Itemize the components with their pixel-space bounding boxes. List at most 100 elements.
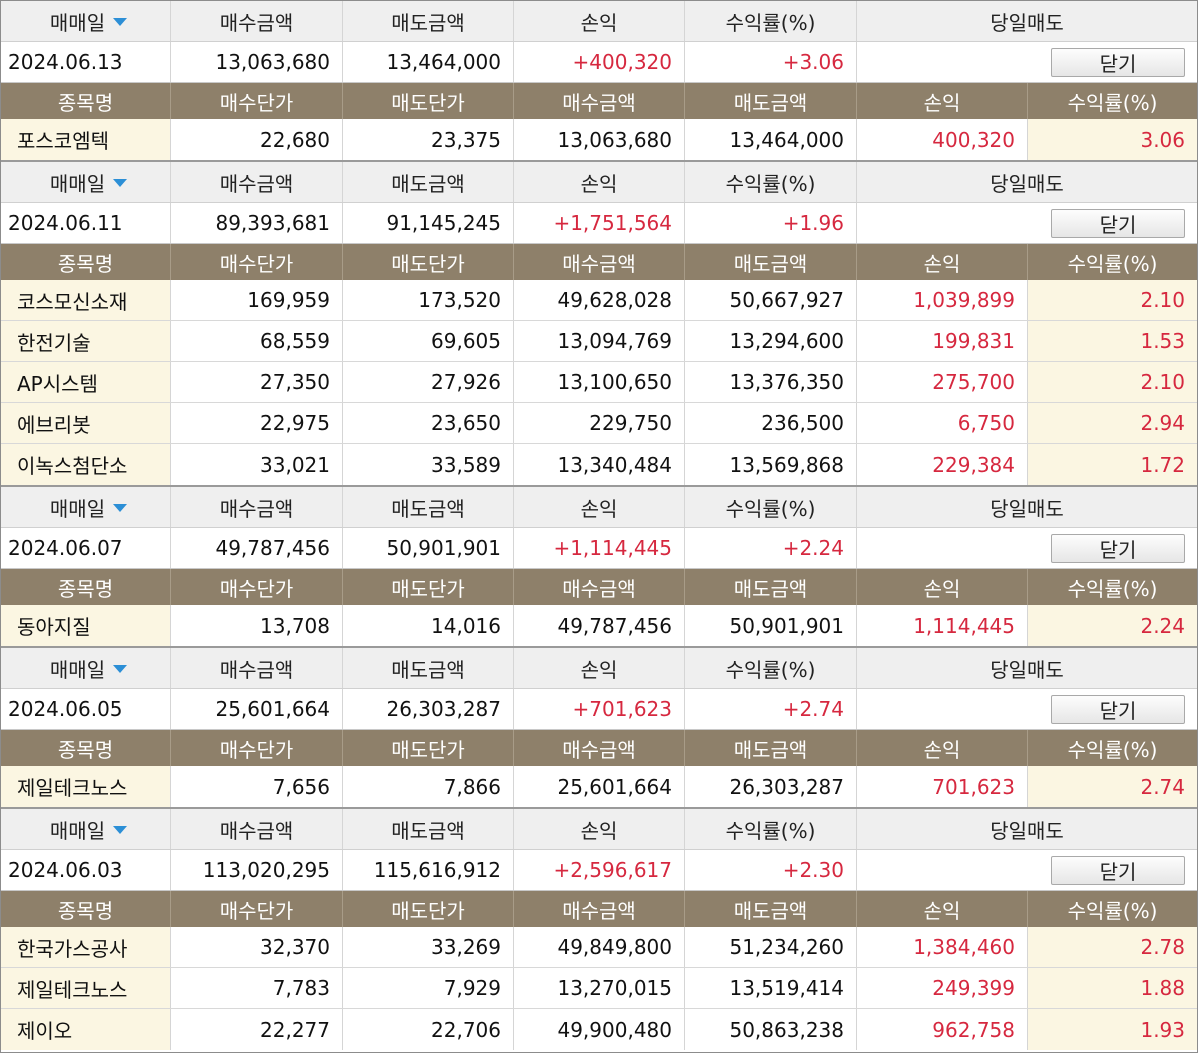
total-buy-amount: 49,787,456 [171, 528, 343, 568]
trade-date-header[interactable]: 매매일 [1, 1, 171, 41]
return-rate: 1.72 [1028, 444, 1197, 485]
return-rate: 3.06 [1028, 119, 1197, 160]
pnl-header: 손익 [514, 487, 685, 527]
pnl: 1,039,899 [857, 280, 1028, 320]
table-row[interactable]: 한전기술 68,559 69,605 13,094,769 13,294,600… [1, 321, 1197, 362]
buy-amount-header: 매수금액 [171, 648, 343, 688]
stock-name-header: 종목명 [1, 83, 171, 119]
sell-amount: 26,303,287 [685, 766, 857, 807]
total-return-rate: +2.74 [685, 689, 857, 729]
pnl-header: 손익 [514, 1, 685, 41]
detail-return-rate-header: 수익률(%) [1067, 251, 1158, 276]
trade-date: 2024.06.07 [1, 528, 171, 568]
buy-price: 68,559 [171, 321, 343, 361]
sell-amount-header: 매도금액 [343, 648, 514, 688]
close-button[interactable]: 닫기 [1051, 533, 1185, 563]
sort-down-icon[interactable] [113, 665, 128, 673]
buy-price: 22,277 [171, 1009, 343, 1050]
pnl: 400,320 [857, 119, 1028, 160]
buy-amount: 13,270,015 [514, 968, 685, 1008]
sell-amount-header: 매도금액 [343, 809, 514, 849]
total-return-rate: +2.24 [685, 528, 857, 568]
sell-amount: 13,294,600 [685, 321, 857, 361]
buy-amount: 49,849,800 [514, 927, 685, 967]
detail-return-rate-header: 수익률(%) [1067, 898, 1158, 923]
return-rate-header: 수익률(%) [685, 648, 857, 688]
table-row[interactable]: 한국가스공사 32,370 33,269 49,849,800 51,234,2… [1, 927, 1197, 968]
return-rate: 1.53 [1028, 321, 1197, 361]
summary-header-row: 매매일 매수금액 매도금액 손익 수익률(%) 당일매도 [1, 1, 1197, 42]
stock-name: 이녹스첨단소 [1, 444, 171, 485]
sell-amount: 50,863,238 [685, 1009, 857, 1050]
buy-amount: 25,601,664 [514, 766, 685, 807]
trade-date-header[interactable]: 매매일 [1, 648, 171, 688]
sort-down-icon[interactable] [113, 826, 128, 834]
table-row[interactable]: 코스모신소재 169,959 173,520 49,628,028 50,667… [1, 280, 1197, 321]
detail-pnl-header: 손익 [857, 730, 1028, 766]
same-day-sell-cell: 닫기 [857, 528, 1197, 568]
close-button[interactable]: 닫기 [1051, 208, 1185, 238]
sell-price: 33,589 [343, 444, 514, 485]
sell-amount: 50,901,901 [685, 605, 857, 646]
pnl-header: 손익 [514, 809, 685, 849]
buy-price-header: 매수단가 [171, 569, 343, 605]
pnl: 249,399 [857, 968, 1028, 1008]
detail-items: 코스모신소재 169,959 173,520 49,628,028 50,667… [1, 280, 1197, 485]
sell-price: 173,520 [343, 280, 514, 320]
sell-price: 23,375 [343, 119, 514, 160]
close-button[interactable]: 닫기 [1051, 694, 1185, 724]
trade-date-header-label: 매매일 [49, 657, 106, 682]
buy-price: 33,021 [171, 444, 343, 485]
table-row[interactable]: AP시스템 27,350 27,926 13,100,650 13,376,35… [1, 362, 1197, 403]
trade-date-header[interactable]: 매매일 [1, 809, 171, 849]
trade-date-header[interactable]: 매매일 [1, 487, 171, 527]
stock-name: 코스모신소재 [1, 280, 171, 320]
buy-amount: 229,750 [514, 403, 685, 443]
same-day-sell-header: 당일매도 [990, 657, 1064, 682]
sort-down-icon[interactable] [113, 179, 128, 187]
return-rate: 1.93 [1028, 1009, 1197, 1050]
total-buy-amount: 89,393,681 [171, 203, 343, 243]
return-rate: 2.10 [1028, 280, 1197, 320]
sell-amount: 13,464,000 [685, 119, 857, 160]
table-row[interactable]: 제일테크노스 7,656 7,866 25,601,664 26,303,287… [1, 766, 1197, 807]
total-buy-amount: 113,020,295 [171, 850, 343, 890]
same-day-sell-cell: 닫기 [857, 850, 1197, 890]
total-pnl: +400,320 [514, 42, 685, 82]
detail-header-row: 종목명 매수단가 매도단가 매수금액 매도금액 손익 수익률(%) [1, 244, 1197, 280]
table-row[interactable]: 제일테크노스 7,783 7,929 13,270,015 13,519,414… [1, 968, 1197, 1009]
return-rate: 1.88 [1028, 968, 1197, 1008]
buy-amount: 13,094,769 [514, 321, 685, 361]
trade-date: 2024.06.05 [1, 689, 171, 729]
detail-pnl-header: 손익 [857, 891, 1028, 927]
summary-header-row: 매매일 매수금액 매도금액 손익 수익률(%) 당일매도 [1, 487, 1197, 528]
trade-date-header[interactable]: 매매일 [1, 162, 171, 202]
table-row[interactable]: 제이오 22,277 22,706 49,900,480 50,863,238 … [1, 1009, 1197, 1050]
same-day-sell-cell: 닫기 [857, 203, 1197, 243]
table-row[interactable]: 동아지질 13,708 14,016 49,787,456 50,901,901… [1, 605, 1197, 646]
sort-down-icon[interactable] [113, 18, 128, 26]
table-row[interactable]: 이녹스첨단소 33,021 33,589 13,340,484 13,569,8… [1, 444, 1197, 485]
table-row[interactable]: 에브리봇 22,975 23,650 229,750 236,500 6,750… [1, 403, 1197, 444]
sell-price-header: 매도단가 [343, 244, 514, 280]
detail-buy-amount-header: 매수금액 [514, 891, 685, 927]
buy-amount: 49,900,480 [514, 1009, 685, 1050]
close-button[interactable]: 닫기 [1051, 47, 1185, 77]
sell-amount-header: 매도금액 [343, 1, 514, 41]
detail-sell-amount-header: 매도금액 [685, 83, 857, 119]
summary-header-row: 매매일 매수금액 매도금액 손익 수익률(%) 당일매도 [1, 648, 1197, 689]
sort-down-icon[interactable] [113, 504, 128, 512]
return-rate: 2.94 [1028, 403, 1197, 443]
detail-header-row: 종목명 매수단가 매도단가 매수금액 매도금액 손익 수익률(%) [1, 83, 1197, 119]
summary-row: 2024.06.13 13,063,680 13,464,000 +400,32… [1, 42, 1197, 83]
return-rate-header: 수익률(%) [685, 1, 857, 41]
total-pnl: +701,623 [514, 689, 685, 729]
buy-price-header: 매수단가 [171, 891, 343, 927]
total-sell-amount: 13,464,000 [343, 42, 514, 82]
pnl: 1,114,445 [857, 605, 1028, 646]
total-pnl: +2,596,617 [514, 850, 685, 890]
pnl: 962,758 [857, 1009, 1028, 1050]
buy-price: 7,783 [171, 968, 343, 1008]
close-button[interactable]: 닫기 [1051, 855, 1185, 885]
table-row[interactable]: 포스코엠텍 22,680 23,375 13,063,680 13,464,00… [1, 119, 1197, 160]
